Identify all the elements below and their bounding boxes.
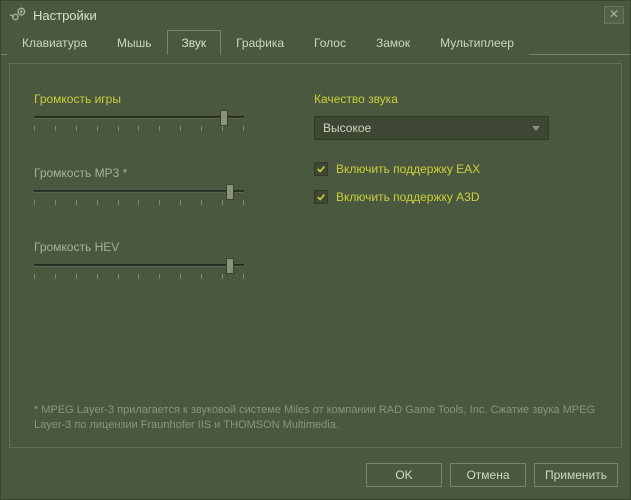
close-icon: ✕	[609, 7, 619, 21]
slider-track	[34, 264, 244, 267]
mp3-volume-group: Громкость MP3 *	[34, 166, 294, 208]
slider-thumb[interactable]	[226, 258, 234, 274]
hev-volume-label: Громкость HEV	[34, 240, 294, 254]
game-volume-group: Громкость игры	[34, 92, 294, 134]
a3d-label: Включить поддержку A3D	[336, 190, 480, 204]
chevron-down-icon	[532, 126, 540, 131]
slider-thumb[interactable]	[220, 110, 228, 126]
slider-ticks	[34, 274, 244, 280]
sound-quality-dropdown[interactable]: Высокое	[314, 116, 549, 140]
titlebar: Настройки ✕	[1, 1, 630, 29]
eax-checkbox[interactable]	[314, 162, 328, 176]
sound-quality-label: Качество звука	[314, 92, 597, 106]
tab-sound[interactable]: Звук	[167, 30, 222, 55]
content-panel: Громкость игры Громкость MP3 *	[9, 63, 622, 448]
tab-mouse[interactable]: Мышь	[102, 30, 167, 55]
mpeg-footnote: * MPEG Layer-3 прилагается к звуковой си…	[34, 403, 597, 433]
a3d-checkbox-row[interactable]: Включить поддержку A3D	[314, 190, 597, 204]
hev-volume-slider[interactable]	[34, 260, 244, 282]
settings-window: Настройки ✕ Клавиатура Мышь Звук Графика…	[0, 0, 631, 500]
ok-button[interactable]: OK	[366, 463, 442, 487]
cancel-button[interactable]: Отмена	[450, 463, 526, 487]
slider-ticks	[34, 126, 244, 132]
tab-keyboard[interactable]: Клавиатура	[7, 30, 102, 55]
game-volume-label: Громкость игры	[34, 92, 294, 106]
checkmark-icon	[316, 192, 326, 202]
window-title: Настройки	[33, 8, 97, 23]
mp3-volume-label: Громкость MP3 *	[34, 166, 294, 180]
slider-track	[34, 116, 244, 119]
slider-track	[34, 190, 244, 193]
steam-logo-icon	[9, 6, 27, 24]
close-button[interactable]: ✕	[604, 6, 624, 24]
dialog-buttons: OK Отмена Применить	[366, 463, 618, 487]
dropdown-value: Высокое	[323, 121, 371, 135]
game-volume-slider[interactable]	[34, 112, 244, 134]
tab-voice[interactable]: Голос	[299, 30, 361, 55]
eax-checkbox-row[interactable]: Включить поддержку EAX	[314, 162, 597, 176]
checkmark-icon	[316, 164, 326, 174]
apply-button[interactable]: Применить	[534, 463, 618, 487]
tab-lock[interactable]: Замок	[361, 30, 425, 55]
tab-bar: Клавиатура Мышь Звук Графика Голос Замок…	[1, 29, 630, 55]
a3d-checkbox[interactable]	[314, 190, 328, 204]
eax-label: Включить поддержку EAX	[336, 162, 480, 176]
slider-thumb[interactable]	[226, 184, 234, 200]
tab-multiplayer[interactable]: Мультиплеер	[425, 30, 529, 55]
mp3-volume-slider[interactable]	[34, 186, 244, 208]
options-column: Качество звука Высокое Включить поддержк…	[294, 92, 597, 314]
slider-ticks	[34, 200, 244, 206]
sliders-column: Громкость игры Громкость MP3 *	[34, 92, 294, 314]
hev-volume-group: Громкость HEV	[34, 240, 294, 282]
tab-graphics[interactable]: Графика	[221, 30, 299, 55]
